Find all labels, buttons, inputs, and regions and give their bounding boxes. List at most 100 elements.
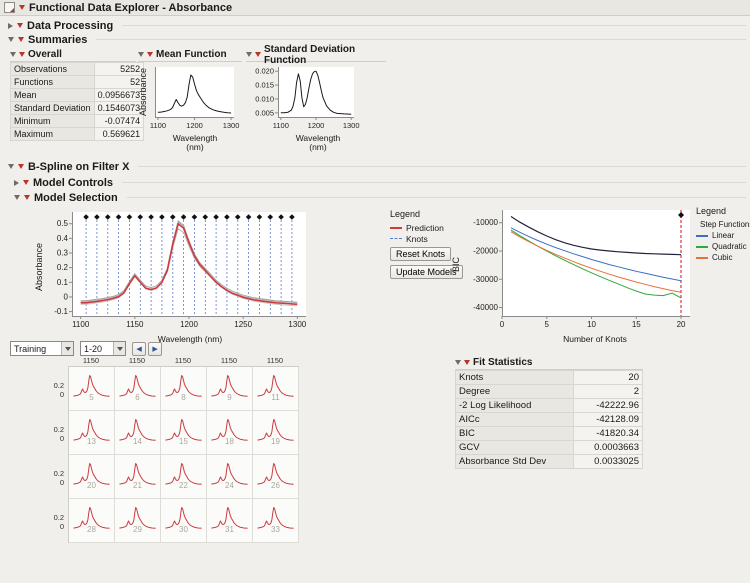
- mini-function-plot[interactable]: [207, 455, 252, 498]
- red-triangle-menu-icon[interactable]: [17, 23, 23, 28]
- mini-function-plot[interactable]: [115, 455, 160, 498]
- outline-model-controls[interactable]: Model Controls: [14, 176, 746, 189]
- mini-function-plot[interactable]: [69, 455, 114, 498]
- red-triangle-menu-icon[interactable]: [18, 164, 24, 169]
- report-icon[interactable]: [4, 2, 15, 13]
- mini-plot-cell[interactable]: 26: [253, 455, 299, 499]
- mini-function-plot[interactable]: [115, 499, 160, 542]
- std-function-plot[interactable]: 1100 1200 1300 0.005 0.010 0.015 0.020: [248, 63, 360, 131]
- disclosure-icon[interactable]: [14, 195, 20, 200]
- red-triangle-menu-icon[interactable]: [24, 195, 30, 200]
- red-triangle-menu-icon[interactable]: [464, 360, 470, 365]
- legend-item[interactable]: Step Functions: [696, 219, 750, 230]
- mini-cell-number: 11: [271, 393, 280, 402]
- mini-plot-cell[interactable]: 31: [207, 499, 253, 543]
- legend-item[interactable]: Cubic: [696, 252, 750, 263]
- red-triangle-menu-icon[interactable]: [19, 5, 25, 10]
- prev-page-button[interactable]: ◀: [132, 342, 146, 356]
- next-page-button[interactable]: ▶: [148, 342, 162, 356]
- mini-function-plot[interactable]: [161, 367, 206, 410]
- mini-plot-cell[interactable]: 5: [69, 367, 115, 411]
- disclosure-icon[interactable]: [10, 52, 16, 57]
- mini-plot-cell[interactable]: 19: [253, 411, 299, 455]
- mini-function-plot[interactable]: [69, 499, 114, 542]
- disclosure-icon[interactable]: [8, 22, 13, 29]
- svg-text:0.020: 0.020: [255, 67, 274, 76]
- disclosure-icon[interactable]: [14, 179, 19, 186]
- table-row: Standard Deviation 0.1546073: [10, 101, 145, 115]
- mini-plot-cell[interactable]: 29: [115, 499, 161, 543]
- legend-swatch: [390, 226, 402, 229]
- mean-function-panel-header[interactable]: Mean Function: [138, 48, 242, 62]
- legend-item[interactable]: Knots: [390, 233, 470, 244]
- mini-plot-cell[interactable]: 21: [115, 455, 161, 499]
- mini-function-plot[interactable]: [69, 367, 114, 410]
- mini-function-plot[interactable]: [207, 411, 252, 454]
- mini-function-plot[interactable]: [161, 499, 206, 542]
- report-title-bar: Functional Data Explorer - Absorbance: [0, 0, 750, 16]
- mini-plot-cell[interactable]: 8: [161, 367, 207, 411]
- red-triangle-menu-icon[interactable]: [18, 37, 24, 42]
- mean-function-plot[interactable]: 1100 1200 1300: [150, 63, 240, 131]
- mini-plot-cell[interactable]: 33: [253, 499, 299, 543]
- mini-x-tick-label: 1150: [82, 356, 100, 365]
- stat-value: 0.0956673: [93, 88, 145, 102]
- mini-function-plot[interactable]: [115, 367, 160, 410]
- red-triangle-menu-icon[interactable]: [255, 52, 261, 57]
- mini-cell-number: 6: [135, 393, 140, 402]
- training-select[interactable]: Training: [10, 341, 74, 356]
- mini-function-plot[interactable]: [253, 455, 298, 498]
- mini-plot-cell[interactable]: 15: [161, 411, 207, 455]
- disclosure-icon[interactable]: [8, 37, 14, 42]
- std-function-panel-header[interactable]: Standard Deviation Function: [246, 44, 386, 66]
- mini-function-plot[interactable]: [207, 499, 252, 542]
- chevron-down-icon[interactable]: [61, 342, 73, 355]
- model-selection-plot[interactable]: 1100 1150 1200 1250 1300 0.5 0.4 0.3 0.2 0.1 0 -0.1: [46, 204, 316, 332]
- legend-item[interactable]: Linear: [696, 230, 750, 241]
- outline-bspline[interactable]: B-Spline on Filter X: [8, 160, 746, 173]
- mini-function-plot[interactable]: [161, 455, 206, 498]
- outline-model-selection[interactable]: Model Selection: [14, 191, 746, 204]
- red-triangle-menu-icon[interactable]: [23, 180, 29, 185]
- reset-knots-button[interactable]: Reset Knots: [390, 247, 452, 261]
- mini-cell-number: 21: [133, 481, 142, 490]
- stat-label: BIC: [454, 426, 575, 441]
- overall-panel-header[interactable]: Overall: [10, 48, 136, 62]
- mini-function-plot[interactable]: [115, 411, 160, 454]
- legend-item[interactable]: Prediction: [390, 222, 470, 233]
- outline-data-processing[interactable]: Data Processing: [8, 19, 746, 32]
- mini-function-plot[interactable]: [253, 411, 298, 454]
- mini-plot-cell[interactable]: 30: [161, 499, 207, 543]
- fit-statistics-panel-header[interactable]: Fit Statistics: [455, 356, 643, 370]
- red-triangle-menu-icon[interactable]: [19, 52, 25, 57]
- mini-function-plot[interactable]: [161, 411, 206, 454]
- stat-label: Maximum: [10, 127, 95, 141]
- disclosure-icon[interactable]: [138, 52, 144, 57]
- mini-plot-cell[interactable]: 13: [69, 411, 115, 455]
- mini-plot-cell[interactable]: 22: [161, 455, 207, 499]
- legend-item[interactable]: Quadratic: [696, 241, 750, 252]
- bic-plot[interactable]: 0 5 10 15 20 -10000 -20000 -30000 -40000: [462, 204, 698, 332]
- red-triangle-menu-icon[interactable]: [147, 52, 153, 57]
- mini-function-plot[interactable]: [253, 499, 298, 542]
- mini-plot-cell[interactable]: 6: [115, 367, 161, 411]
- disclosure-icon[interactable]: [8, 164, 14, 169]
- stat-value: 20: [573, 370, 643, 385]
- chevron-down-icon[interactable]: [113, 342, 125, 355]
- range-select[interactable]: 1-20: [80, 341, 126, 356]
- mini-plot-cell[interactable]: 20: [69, 455, 115, 499]
- disclosure-icon[interactable]: [246, 52, 252, 57]
- mini-plot-cell[interactable]: 11: [253, 367, 299, 411]
- mini-plot-cell[interactable]: 18: [207, 411, 253, 455]
- mini-function-plot[interactable]: [253, 367, 298, 410]
- mini-function-plot[interactable]: [69, 411, 114, 454]
- mini-cell-number: 5: [89, 393, 94, 402]
- panel-title: Overall: [28, 49, 62, 60]
- mini-function-plot[interactable]: [207, 367, 252, 410]
- mini-plot-cell[interactable]: 24: [207, 455, 253, 499]
- window-title: Functional Data Explorer - Absorbance: [29, 1, 233, 14]
- mini-plot-cell[interactable]: 9: [207, 367, 253, 411]
- disclosure-icon[interactable]: [455, 360, 461, 365]
- mini-plot-cell[interactable]: 28: [69, 499, 115, 543]
- mini-plot-cell[interactable]: 14: [115, 411, 161, 455]
